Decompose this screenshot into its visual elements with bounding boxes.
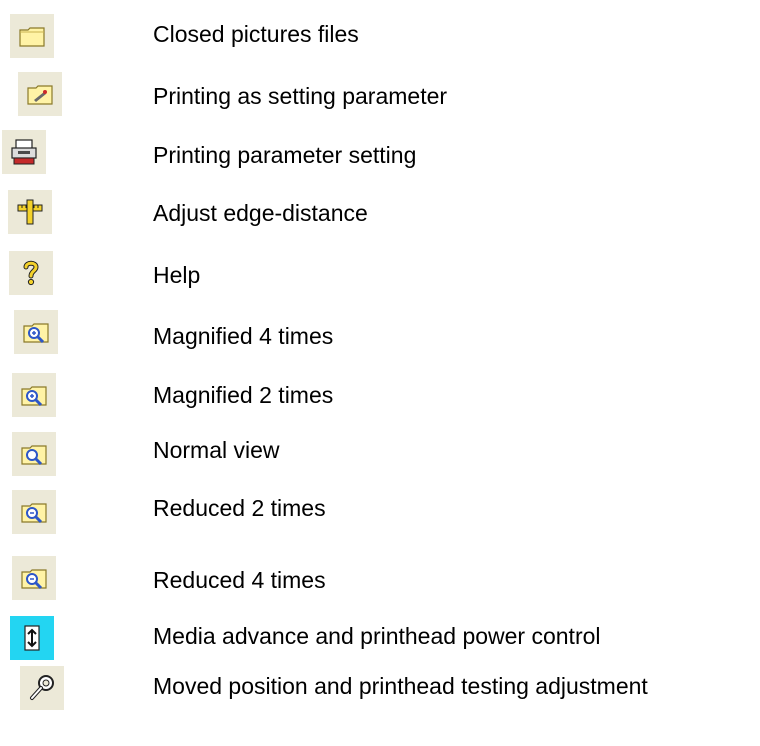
legend-label: Adjust edge-distance (153, 200, 368, 226)
legend-label: Moved position and printhead testing adj… (153, 673, 648, 699)
closed-folder-icon (10, 14, 54, 58)
zoom-out-folder-icon (12, 556, 56, 600)
zoom-out-folder-icon (12, 490, 56, 534)
legend-row: Reduced 4 times (0, 550, 760, 606)
zoom-in-folder-icon (14, 310, 58, 354)
wrench-adjust-icon (20, 666, 64, 710)
normal-view-magnifier-icon (12, 432, 56, 476)
legend-row: Adjust edge-distance (0, 188, 760, 244)
legend-label: Normal view (153, 437, 280, 463)
legend-label: Printing parameter setting (153, 142, 417, 168)
legend-label: Printing as setting parameter (153, 83, 448, 109)
legend-label: Reduced 4 times (153, 567, 326, 593)
zoom-in-folder-icon (12, 373, 56, 417)
folder-print-settings-icon (18, 72, 62, 116)
legend-row: Closed pictures files (0, 8, 760, 64)
legend-row: Reduced 2 times (0, 490, 760, 546)
legend-row: Moved position and printhead testing adj… (0, 666, 760, 722)
legend-row: Magnified 4 times (0, 308, 760, 364)
legend-label: Help (153, 262, 201, 288)
help-question-icon (9, 251, 53, 295)
legend-row: Printing parameter setting (0, 128, 760, 184)
printer-parameter-icon (2, 130, 46, 174)
legend-label: Closed pictures files (153, 21, 359, 47)
legend-row: Magnified 2 times (0, 368, 760, 424)
legend-label: Magnified 4 times (153, 323, 334, 349)
legend-label: Media advance and printhead power contro… (153, 623, 601, 649)
ruler-edge-distance-icon (8, 190, 52, 234)
legend-row: Printing as setting parameter (0, 67, 760, 123)
legend-label: Reduced 2 times (153, 495, 326, 521)
legend-row: Normal view (0, 430, 760, 486)
legend-row: Help (0, 249, 760, 305)
media-advance-icon (10, 616, 54, 660)
legend-row: Media advance and printhead power contro… (0, 614, 760, 670)
legend-label: Magnified 2 times (153, 382, 334, 408)
